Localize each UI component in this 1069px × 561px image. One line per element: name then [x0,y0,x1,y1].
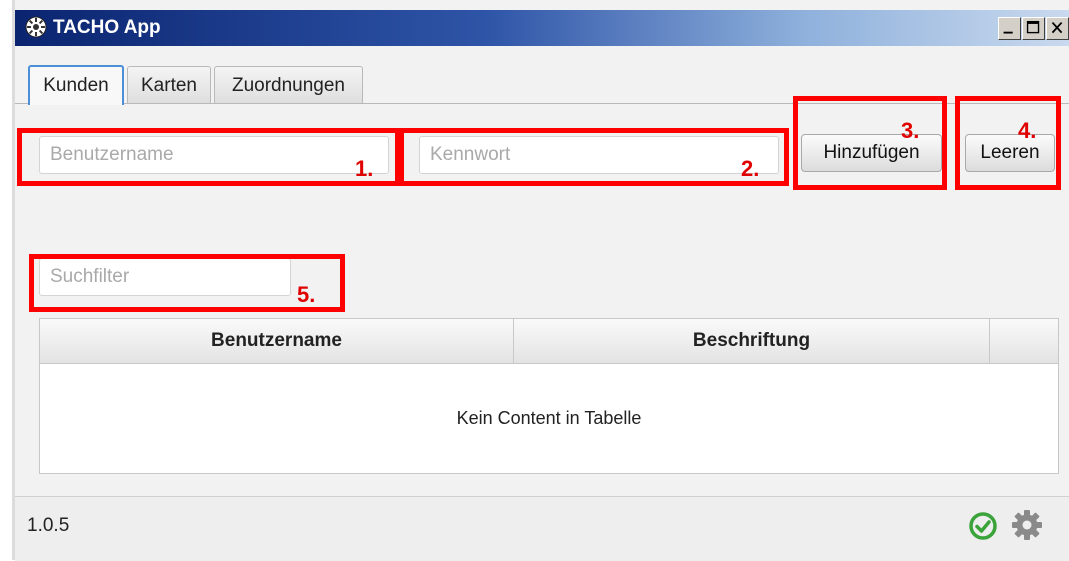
annotation-label-1: 1. [355,156,374,181]
maximize-button[interactable] [1022,17,1045,40]
close-icon [1051,21,1063,34]
tab-kunden[interactable]: Kunden [28,65,124,105]
minimize-icon [1003,31,1013,34]
check-circle-icon[interactable] [968,511,998,541]
window-title: TACHO App [53,17,161,38]
tab-zuordnungen[interactable]: Zuordnungen [214,66,363,104]
annotation-box-3 [793,96,947,190]
gear-icon[interactable] [1011,509,1043,541]
app-logo-icon [25,16,47,38]
column-header-beschriftung[interactable]: Beschriftung [514,319,990,363]
tab-karten[interactable]: Karten [127,66,211,104]
annotation-label-4: 4. [1018,118,1037,143]
app-window: TACHO App Kunden Karten Zuordnungen Benu… [12,0,1069,561]
window-controls [997,17,1069,41]
annotation-label-2: 2. [741,156,760,181]
maximize-icon [1026,20,1040,34]
column-menu-button[interactable] [990,319,1058,363]
title-bar[interactable]: TACHO App [15,10,1069,46]
annotation-box-1 [17,128,400,186]
table-empty-placeholder: Kein Content in Tabelle [456,407,642,428]
customers-table: Benutzername Beschriftung Kein Content i… [39,318,1059,474]
minimize-button[interactable] [998,17,1021,40]
annotation-label-3: 3. [901,118,920,143]
annotation-box-2 [399,128,789,186]
annotation-label-5: 5. [297,282,316,307]
version-label: 1.0.5 [27,515,70,536]
table-header: Benutzername Beschriftung [40,319,1058,364]
close-button[interactable] [1046,17,1069,40]
annotation-box-4 [955,96,1061,190]
status-bar: 1.0.5 [15,496,1069,561]
column-header-benutzername[interactable]: Benutzername [40,319,514,363]
